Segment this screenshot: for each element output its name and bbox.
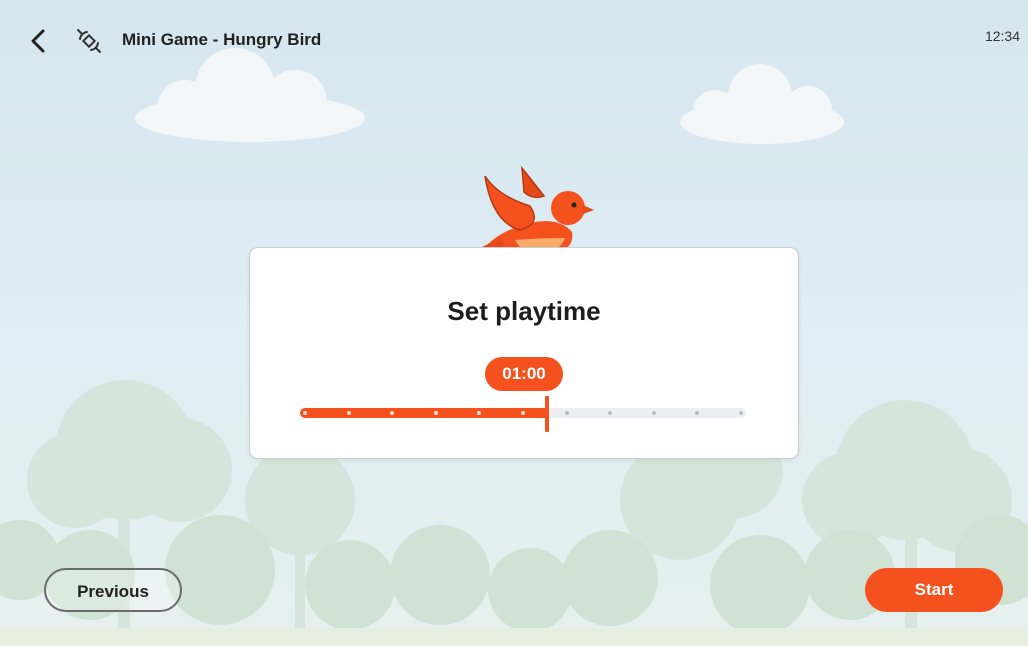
slider-tick [303,411,307,415]
slider-tick [346,411,351,415]
card-title: Set playtime [447,296,601,326]
slider-tick [695,411,700,415]
chevron-left-icon [31,29,45,53]
previous-button[interactable]: Previous [44,568,182,612]
ground [0,628,1028,646]
slider-tick [564,411,569,415]
slider-thumb[interactable] [545,396,549,432]
slider-tick [651,411,656,415]
playtime-slider[interactable] [300,396,746,432]
page-title: Mini Game - Hungry Bird [122,30,322,49]
top-bar: Mini Game - Hungry Bird 12:34 [0,0,1028,80]
slider-tick [739,411,743,415]
clock: 12:34 [984,28,1020,44]
slider-tick [521,411,525,415]
slider-tick [433,411,438,415]
slider-fill [300,408,547,418]
satellite-icon [74,26,104,56]
slider-tick [608,411,613,415]
playtime-card: Set playtime 01:00 [250,248,798,458]
start-button[interactable]: Start [865,568,1003,612]
back-button[interactable] [24,26,54,56]
time-value-badge: 01:00 [485,357,563,391]
